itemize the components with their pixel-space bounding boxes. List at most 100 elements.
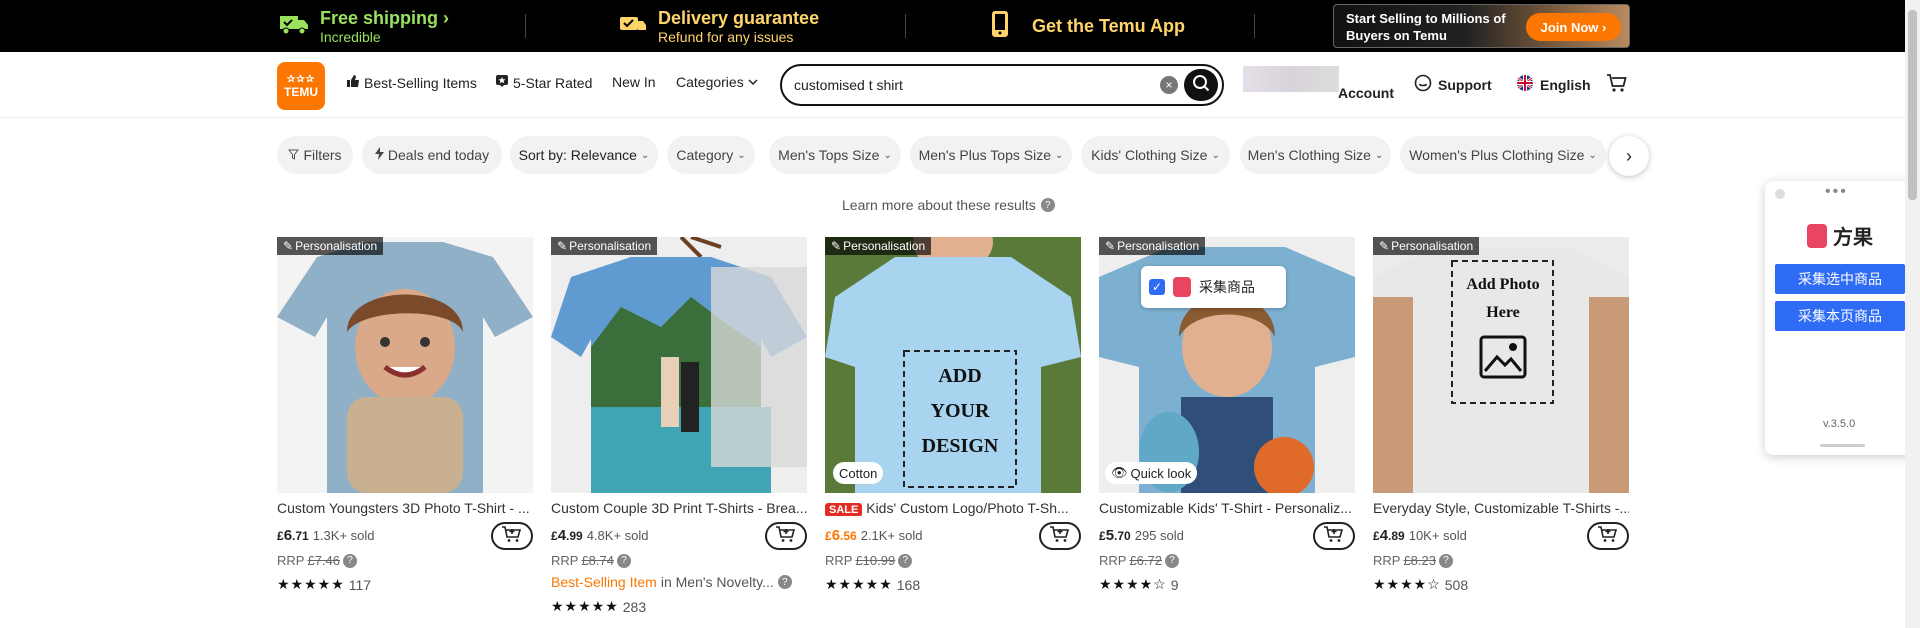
product-image[interactable]: ✎ Personalisation [277, 237, 533, 493]
close-dot-icon[interactable] [1775, 189, 1785, 199]
deals-end-today-label: Deals end today [387, 147, 490, 163]
nav-five-star[interactable]: 5-Star Rated [495, 74, 592, 91]
learn-more-link[interactable]: Learn more about these results ? [842, 197, 1055, 213]
search-input[interactable] [794, 74, 1134, 96]
rating-stars: ★★★★☆ 9 [1099, 576, 1179, 593]
get-app-title: Get the Temu App [1032, 15, 1185, 36]
product-card[interactable]: ✎ Personalisation Custom Youngsters 3D Ph… [277, 237, 533, 627]
product-price: £4.99 [551, 527, 583, 544]
product-title[interactable]: Everyday Style, Customizable T-Shirts -.… [1373, 500, 1629, 516]
add-to-cart-button[interactable] [765, 522, 807, 550]
eye-icon: 👁 [1111, 465, 1128, 480]
product-card[interactable]: ✎ Personalisation Custom Couple 3D Print … [551, 237, 807, 627]
nav-categories-label: Categories [676, 74, 744, 90]
more-dots-icon[interactable]: ••• [1825, 183, 1848, 201]
womens-plus-clothing-size-dropdown[interactable]: Women's Plus Clothing Size ⌄ [1400, 136, 1606, 174]
add-to-cart-icon [775, 525, 797, 548]
design-text: DESIGN [922, 435, 999, 457]
womens-plus-clothing-size-label: Women's Plus Clothing Size [1409, 147, 1585, 163]
cart-button[interactable] [1606, 72, 1628, 97]
review-count: 508 [1444, 576, 1469, 593]
sort-by-label: Sort by: Relevance [518, 147, 637, 163]
sold-count: 4.8K+ sold [586, 528, 649, 543]
filters-button[interactable]: Filters [277, 136, 353, 174]
product-image[interactable]: Add Photo Here ✎ Personalisation [1373, 237, 1629, 493]
product-title[interactable]: Customizable Kids' T-Shirt - Personaliz.… [1099, 500, 1355, 516]
delivery-guarantee-promo[interactable]: Delivery guarantee Refund for any issues [618, 0, 819, 52]
search-icon [1192, 74, 1210, 97]
deals-end-today-chip[interactable]: Deals end today [362, 136, 502, 174]
chevron-down-icon: ⌄ [1588, 149, 1597, 161]
personalisation-badge: ✎ Personalisation [1373, 237, 1480, 255]
clear-search-icon[interactable]: × [1160, 76, 1178, 94]
start-selling-banner[interactable]: Start Selling to Millions of Buyers on T… [1333, 4, 1630, 48]
product-image[interactable]: ✎ Personalisation ✓ 采集商品 👁 Quick look [1099, 237, 1355, 493]
sort-by-dropdown[interactable]: Sort by: Relevance ⌄ [510, 136, 658, 174]
search-button[interactable] [1184, 69, 1218, 101]
delivery-subtitle: Refund for any issues [658, 28, 794, 45]
price-row: £4.89 10K+ sold [1373, 527, 1467, 544]
category-label: Category [676, 147, 734, 163]
get-app-promo[interactable]: Get the Temu App [990, 0, 1185, 52]
nav-categories[interactable]: Categories [676, 74, 758, 90]
product-title[interactable]: Custom Couple 3D Print T-Shirts - Brea..… [551, 500, 807, 516]
collect-page-button[interactable]: 采集本页商品 [1775, 301, 1905, 331]
product-card[interactable]: ADD YOUR DESIGN ✎ Personalisation Cotton … [825, 237, 1081, 627]
support-link[interactable]: Support [1414, 74, 1492, 95]
edit-icon: ✎ [831, 239, 842, 253]
fangguo-logo-icon [1173, 277, 1191, 297]
checkbox-checked-icon[interactable]: ✓ [1149, 279, 1165, 295]
best-selling-tag[interactable]: Best-Selling Item in Men's Novelty...? [551, 574, 792, 590]
personalisation-badge: ✎ Personalisation [551, 237, 658, 255]
filters-scroll-right-button[interactable]: › [1609, 136, 1649, 176]
quick-look-button[interactable]: 👁 Quick look [1105, 462, 1198, 484]
delivery-title: Delivery guarantee [658, 7, 820, 28]
join-now-button[interactable]: Join Now › [1526, 13, 1621, 41]
mens-clothing-size-dropdown[interactable]: Men's Clothing Size ⌄ [1240, 136, 1391, 174]
brand-name: 方果 [1833, 227, 1873, 249]
add-to-cart-button[interactable] [1313, 522, 1355, 550]
chevron-down-icon: ⌄ [1054, 149, 1064, 161]
join-now-label: Join Now [1540, 19, 1599, 35]
collect-selected-button[interactable]: 采集选中商品 [1775, 264, 1905, 294]
category-dropdown[interactable]: Category ⌄ [667, 136, 755, 174]
product-title[interactable]: Custom Youngsters 3D Photo T-Shirt - ... [277, 500, 533, 516]
sold-count: 295 sold [1134, 528, 1184, 543]
logo-symbols: ✰✰✰ [286, 73, 316, 85]
account-avatar-blurred[interactable] [1243, 66, 1339, 92]
product-image[interactable]: ✎ Personalisation [551, 237, 807, 493]
add-to-cart-button[interactable] [1587, 522, 1629, 550]
kids-clothing-size-dropdown[interactable]: Kids' Clothing Size ⌄ [1081, 136, 1230, 174]
free-shipping-promo[interactable]: Free shipping › Incredible [278, 0, 449, 52]
nav-new-in[interactable]: New In [612, 74, 656, 90]
nav-new-in-label: New In [612, 74, 656, 90]
mens-tops-size-dropdown[interactable]: Men's Tops Size ⌄ [769, 136, 901, 174]
temu-logo[interactable]: ✰✰✰ TEMU [277, 62, 325, 110]
drag-handle[interactable] [1820, 444, 1865, 447]
collect-product-label: 采集商品 [1199, 279, 1255, 295]
product-card[interactable]: Add Photo Here ✎ Personalisation Everyday… [1373, 237, 1629, 627]
search-bar: × [780, 64, 1224, 106]
language-selector[interactable]: English [1516, 74, 1591, 95]
mens-tops-size-label: Men's Tops Size [778, 147, 880, 163]
add-to-cart-button[interactable] [1039, 522, 1081, 550]
badge-label: Personalisation [295, 239, 378, 253]
chevron-down-icon [748, 74, 758, 90]
product-title[interactable]: SALE Kids' Custom Logo/Photo T-Sh... [825, 500, 1081, 516]
mens-plus-tops-size-dropdown[interactable]: Men's Plus Tops Size ⌄ [910, 136, 1072, 174]
scrollbar-thumb[interactable] [1908, 10, 1917, 200]
account-link[interactable]: Account [1338, 85, 1394, 101]
product-price: £4.89 [1373, 527, 1405, 544]
fangguo-logo-icon [1807, 223, 1827, 248]
add-to-cart-icon [1323, 525, 1345, 548]
product-image[interactable]: ADD YOUR DESIGN ✎ Personalisation Cotton [825, 237, 1081, 493]
nav-best-selling[interactable]: Best-Selling Items [346, 74, 477, 91]
collect-product-popup[interactable]: ✓ 采集商品 [1141, 266, 1286, 308]
nav-best-selling-label: Best-Selling Items [364, 74, 477, 91]
product-card[interactable]: ✎ Personalisation ✓ 采集商品 👁 Quick look Cust… [1099, 237, 1355, 627]
help-icon: ? [1165, 553, 1179, 568]
logo-wordmark: TEMU [284, 84, 318, 99]
product-price: £6.71 [277, 527, 309, 544]
add-to-cart-button[interactable] [491, 522, 533, 550]
sale-badge: SALE [825, 503, 863, 516]
